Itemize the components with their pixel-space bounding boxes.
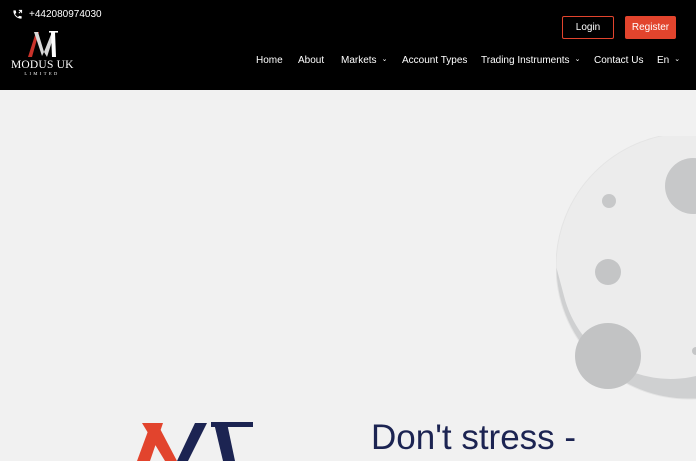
- hero-headline: Don't stress -: [371, 418, 577, 457]
- phone-icon: [12, 9, 23, 20]
- nav-label: Contact Us: [594, 55, 644, 66]
- nav-label: En: [657, 55, 670, 66]
- login-button[interactable]: Login: [562, 16, 614, 39]
- logo-mark: [28, 31, 58, 57]
- nav-item-markets[interactable]: Markets ⌄: [341, 55, 387, 66]
- nav-label: About: [298, 55, 325, 66]
- nav-label: Account Types: [402, 55, 468, 66]
- nav-item-contact[interactable]: Contact Us: [594, 55, 643, 66]
- hero-logo-mark: [137, 422, 253, 461]
- nav-label: Markets: [341, 55, 377, 66]
- chevron-down-icon: ⌄: [674, 56, 681, 63]
- chevron-down-icon: ⌄: [574, 56, 581, 63]
- header-bar: +442080974030 MODUS UK LIMITED Login Reg…: [0, 0, 696, 90]
- nav-item-about[interactable]: About: [298, 55, 324, 66]
- chevron-down-icon: ⌄: [381, 56, 388, 63]
- logo-subtitle: LIMITED: [24, 71, 60, 76]
- language-selector[interactable]: En ⌄: [657, 55, 680, 66]
- main-nav: Home About Markets ⌄ Account Types Tradi…: [0, 55, 696, 69]
- register-button[interactable]: Register: [625, 16, 676, 39]
- nav-label: Trading Instruments: [481, 55, 570, 66]
- moon-illustration: [556, 136, 696, 400]
- nav-item-trading-instruments[interactable]: Trading Instruments ⌄: [481, 55, 580, 66]
- nav-item-account-types[interactable]: Account Types: [402, 55, 467, 66]
- nav-item-home[interactable]: Home: [256, 55, 283, 66]
- phone-number[interactable]: +442080974030: [29, 9, 102, 20]
- phone-contact[interactable]: +442080974030: [12, 9, 102, 20]
- nav-label: Home: [256, 55, 283, 66]
